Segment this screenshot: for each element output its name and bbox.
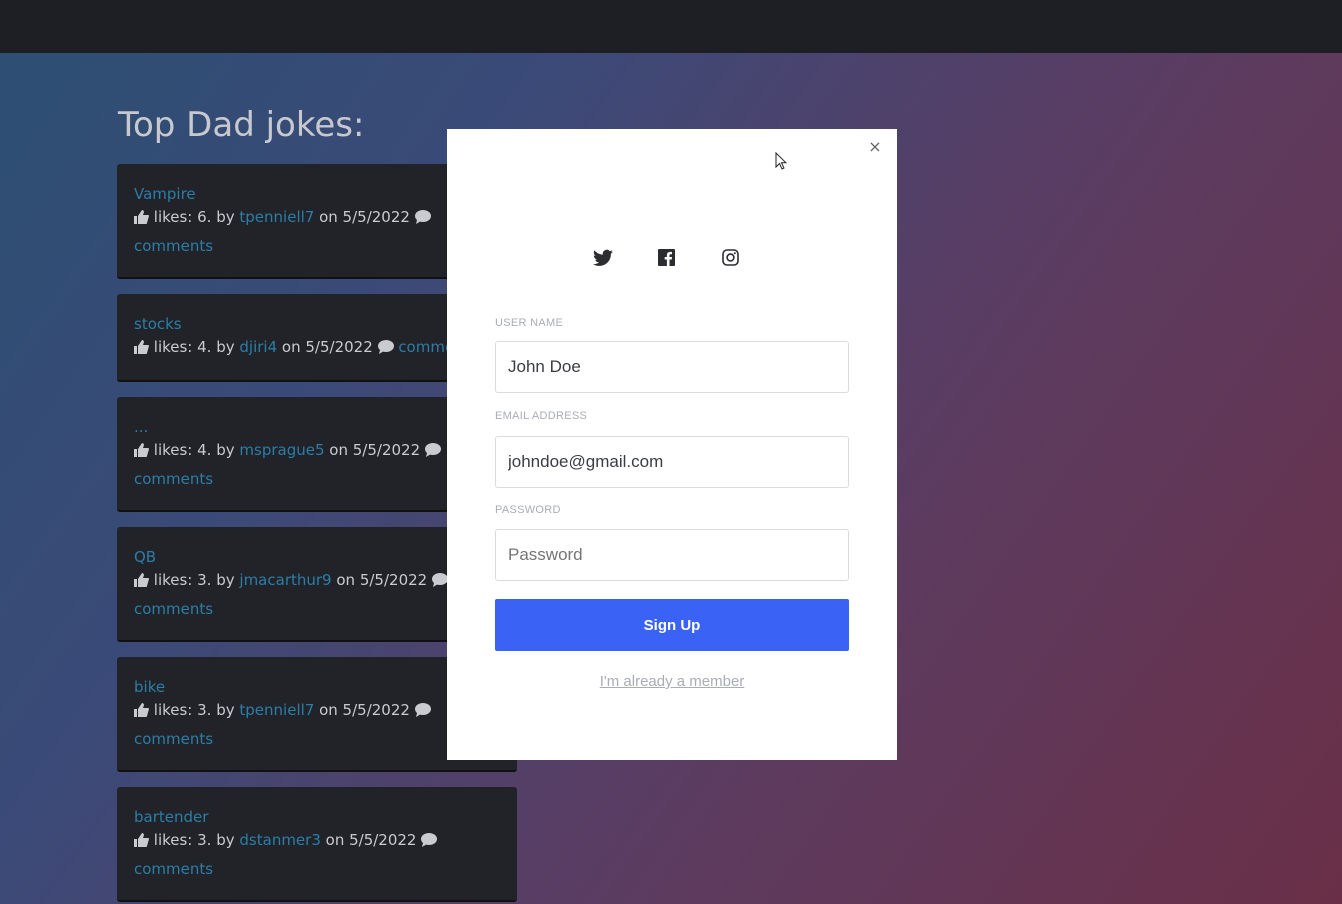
thumbs-up-icon[interactable] bbox=[134, 439, 149, 466]
comments-link[interactable]: comments bbox=[134, 730, 213, 748]
password-label: PASSWORD bbox=[495, 504, 561, 516]
mouse-cursor-icon bbox=[775, 152, 787, 170]
author-link[interactable]: msprague5 bbox=[239, 441, 324, 459]
comment-icon bbox=[414, 699, 431, 726]
date-text: on 5/5/2022 bbox=[336, 571, 428, 589]
author-link[interactable]: tpenniell7 bbox=[239, 701, 314, 719]
signup-button[interactable]: Sign Up bbox=[495, 599, 849, 651]
date-text: on 5/5/2022 bbox=[319, 701, 410, 719]
comment-icon bbox=[431, 569, 448, 596]
author-link[interactable]: djiri4 bbox=[239, 338, 277, 356]
author-link[interactable]: tpenniell7 bbox=[239, 208, 314, 226]
comments-link[interactable]: comments bbox=[134, 237, 213, 255]
date-text: on 5/5/2022 bbox=[281, 338, 373, 356]
username-label: USER NAME bbox=[495, 317, 564, 329]
joke-meta: likes: 4. by msprague5 on 5/5/2022 comme… bbox=[134, 437, 501, 493]
date-text: on 5/5/2022 bbox=[319, 208, 410, 226]
comments-link[interactable]: comments bbox=[134, 860, 213, 878]
email-input[interactable] bbox=[495, 436, 849, 488]
password-input[interactable] bbox=[495, 529, 849, 581]
joke-title-link[interactable]: QB bbox=[134, 547, 501, 567]
likes-text: likes: 3. by bbox=[153, 701, 235, 719]
joke-title-link[interactable]: stocks bbox=[134, 314, 501, 334]
comment-icon bbox=[424, 439, 441, 466]
date-text: on 5/5/2022 bbox=[325, 831, 417, 849]
thumbs-up-icon[interactable] bbox=[134, 699, 149, 726]
joke-title-link[interactable]: bartender bbox=[134, 807, 501, 827]
joke-title-link[interactable]: Vampire bbox=[134, 184, 501, 204]
joke-title-link[interactable]: ... bbox=[134, 417, 501, 437]
likes-text: likes: 3. by bbox=[153, 571, 235, 589]
thumbs-up-icon[interactable] bbox=[134, 829, 149, 856]
instagram-icon[interactable] bbox=[722, 249, 742, 269]
author-link[interactable]: dstanmer3 bbox=[239, 831, 320, 849]
thumbs-up-icon[interactable] bbox=[134, 206, 149, 233]
likes-text: likes: 3. by bbox=[153, 831, 235, 849]
email-label: EMAIL ADDRESS bbox=[495, 410, 588, 422]
comments-link[interactable]: comments bbox=[134, 470, 213, 488]
date-text: on 5/5/2022 bbox=[329, 441, 421, 459]
thumbs-up-icon[interactable] bbox=[134, 336, 149, 363]
author-link[interactable]: jmacarthur9 bbox=[239, 571, 331, 589]
facebook-icon[interactable] bbox=[658, 249, 678, 269]
close-icon[interactable]: × bbox=[867, 139, 883, 155]
joke-meta: likes: 3. by dstanmer3 on 5/5/2022 comme… bbox=[134, 827, 501, 883]
joke-meta: likes: 4. by djiri4 on 5/5/2022 comments bbox=[134, 334, 464, 363]
joke-meta: likes: 6. by tpenniell7 on 5/5/2022 comm… bbox=[134, 204, 501, 260]
thumbs-up-icon[interactable] bbox=[134, 569, 149, 596]
joke-title-link[interactable]: bike bbox=[134, 677, 501, 697]
comment-icon bbox=[414, 206, 431, 233]
likes-text: likes: 4. by bbox=[153, 441, 235, 459]
already-member-link[interactable]: I'm already a member bbox=[447, 673, 897, 690]
twitter-icon[interactable] bbox=[593, 249, 613, 269]
username-input[interactable] bbox=[495, 341, 849, 393]
joke-meta: likes: 3. by tpenniell7 on 5/5/2022 comm… bbox=[134, 697, 501, 753]
comments-link[interactable]: comments bbox=[134, 600, 213, 618]
top-navbar bbox=[0, 0, 1342, 53]
social-login-row bbox=[447, 249, 897, 271]
joke-meta: likes: 3. by jmacarthur9 on 5/5/2022 com… bbox=[134, 567, 501, 623]
comment-icon bbox=[377, 336, 394, 363]
joke-card: bartender likes: 3. by dstanmer3 on 5/5/… bbox=[117, 787, 517, 902]
likes-text: likes: 4. by bbox=[153, 338, 235, 356]
page-title: Top Dad jokes: bbox=[118, 105, 365, 145]
likes-text: likes: 6. by bbox=[153, 208, 235, 226]
comment-icon bbox=[421, 829, 438, 856]
signup-modal: × USER NAME EMAIL ADDRESS PASSWORD Sign … bbox=[447, 129, 897, 760]
